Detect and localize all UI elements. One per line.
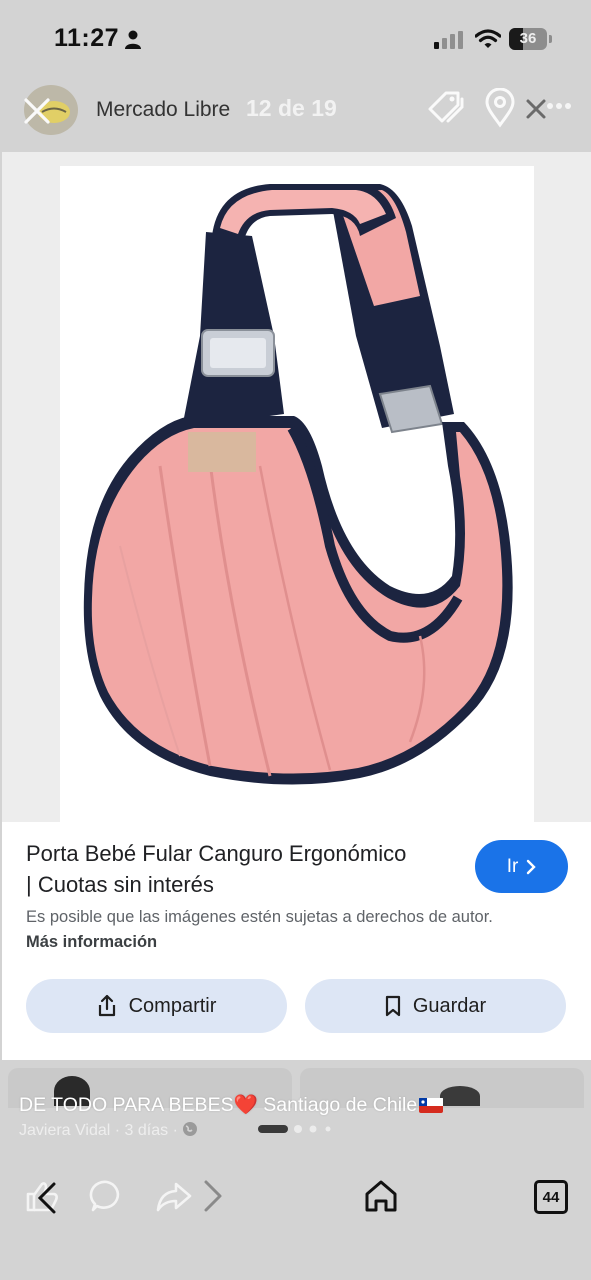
product-image[interactable] [60,166,534,822]
signal-icon [434,31,463,49]
save-label: Guardar [412,994,487,1017]
save-button[interactable]: Guardar [305,979,566,1033]
battery-level: 36 [519,30,537,47]
share-label: Compartir [128,994,217,1017]
home-icon[interactable] [362,1176,400,1216]
product-title-line2: | Cuotas sin interés [26,872,214,897]
more-icon[interactable] [524,93,574,123]
post-meta: Javiera Vidal · 3 días · [19,1121,198,1140]
forward-icon[interactable] [156,1176,192,1216]
caption-text: DE TODO PARA BEBES [19,1094,234,1116]
go-button-label: Ir [506,855,519,877]
meta-separator: · [114,1122,121,1139]
carousel-indicator [258,1125,331,1133]
wifi-icon [475,29,501,48]
comment-icon[interactable] [88,1176,126,1216]
battery-icon: 36 [509,28,553,50]
go-button[interactable]: Ir [475,840,568,893]
tabs-count: 44 [542,1188,560,1206]
product-title[interactable]: Porta Bebé Fular Canguro Ergonómico | Cu… [26,838,456,900]
image-counter: 12 de 19 [246,95,337,121]
tag-icon[interactable] [426,89,466,127]
product-title-line1: Porta Bebé Fular Canguro Ergonómico [26,841,407,866]
chile-flag-icon [419,1097,444,1113]
post-age: 3 días [124,1122,169,1139]
close-icon[interactable] [22,96,52,126]
heart-icon: ❤️ [233,1094,258,1116]
meta-separator: · [172,1122,178,1139]
tabs-icon[interactable]: 44 [532,1176,570,1216]
person-icon [125,30,141,49]
status-time: 11:27 [54,24,120,52]
like-icon[interactable] [22,1176,62,1216]
thumbnail [440,1086,480,1106]
chevron-right-icon [527,859,536,874]
caption-location: Santiago de Chile [263,1094,418,1116]
globe-icon [183,1122,198,1136]
share-icon [98,994,115,1017]
share-button[interactable]: Compartir [26,979,287,1033]
copyright-text: Es posible que las imágenes estén sujeta… [26,908,493,926]
location-pin-icon[interactable] [484,88,516,128]
site-name: Mercado Libre [96,98,231,121]
bookmark-icon [385,995,400,1017]
more-info-link[interactable]: Más información [26,933,157,951]
copyright-notice: Es posible que las imágenes estén sujeta… [26,905,526,955]
chevron-right-icon[interactable] [200,1176,226,1216]
post-caption[interactable]: DE TODO PARA BEBES❤️ Santiago de Chile [19,1093,444,1117]
author-name[interactable]: Javiera Vidal [19,1122,110,1139]
